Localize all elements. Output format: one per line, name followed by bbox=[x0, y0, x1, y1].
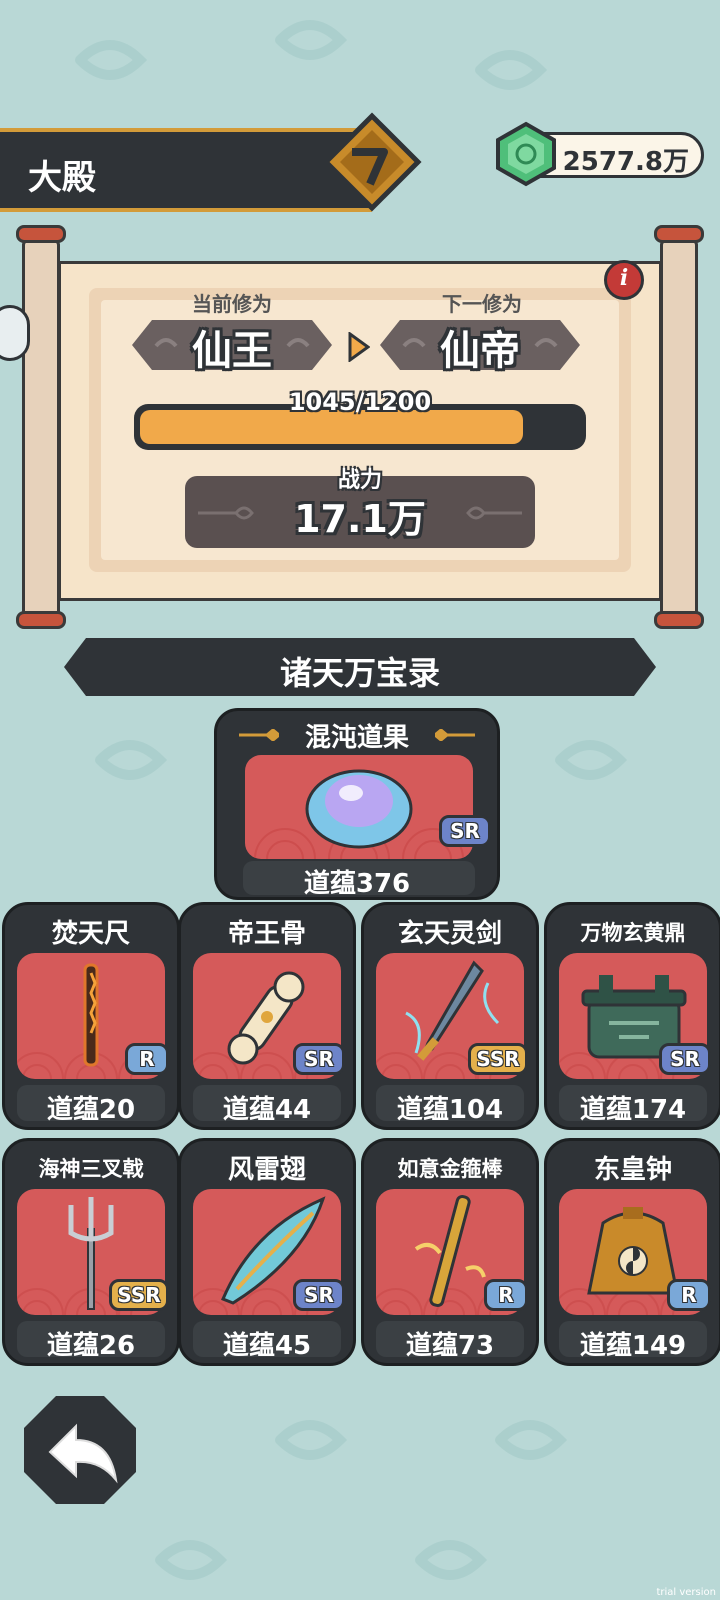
featured-treasure-value: 道蕴376 bbox=[303, 869, 411, 899]
treasure-value: 道蕴149 bbox=[579, 1331, 687, 1361]
treasure-name: 帝王骨 bbox=[227, 919, 306, 949]
treasure-value: 道蕴104 bbox=[396, 1095, 504, 1125]
watermark: trial version bbox=[656, 1587, 716, 1598]
treasure-card[interactable]: 万物玄黄鼎 SR 道蕴174 bbox=[544, 902, 720, 1130]
next-rank-label: 下一修为 bbox=[442, 292, 522, 316]
side-tab-button[interactable] bbox=[0, 305, 30, 361]
section-title: 诸天万宝录 bbox=[279, 654, 440, 692]
rarity-badge: R bbox=[484, 1279, 528, 1311]
current-rank-label: 当前修为 bbox=[192, 292, 272, 316]
next-rank: 仙帝 bbox=[440, 328, 520, 374]
treasure-name: 风雷翅 bbox=[227, 1155, 306, 1185]
treasure-name: 万物玄黄鼎 bbox=[580, 921, 686, 945]
treasure-card[interactable]: 风雷翅 SR 道蕴45 bbox=[178, 1138, 356, 1366]
rarity-badge: SR bbox=[293, 1043, 345, 1075]
treasure-card[interactable]: 帝王骨 SR 道蕴44 bbox=[178, 902, 356, 1130]
treasure-card[interactable]: 海神三叉戟 SSR 道蕴26 bbox=[2, 1138, 180, 1366]
treasure-name: 海神三叉戟 bbox=[38, 1157, 144, 1181]
rarity-badge: SSR bbox=[109, 1279, 169, 1311]
rarity-badge: SR bbox=[439, 815, 491, 847]
chaos-fruit-icon bbox=[254, 769, 464, 859]
treasure-name: 焚天尺 bbox=[51, 919, 130, 949]
treasure-value: 道蕴73 bbox=[405, 1331, 495, 1361]
info-icon[interactable]: i bbox=[604, 260, 644, 300]
power-value: 17.1万 bbox=[294, 497, 426, 541]
currency-amount: 2577.8万 bbox=[562, 147, 689, 177]
rarity-badge: R bbox=[667, 1279, 711, 1311]
treasure-value: 道蕴26 bbox=[46, 1331, 136, 1361]
hall-emblem-icon bbox=[322, 112, 422, 212]
treasure-card[interactable]: 东皇钟 R 道蕴149 bbox=[544, 1138, 720, 1366]
treasure-name: 玄天灵剑 bbox=[397, 919, 502, 949]
scroll-roller-right bbox=[654, 225, 704, 630]
current-rank: 仙王 bbox=[192, 328, 272, 374]
treasure-value: 道蕴174 bbox=[579, 1095, 687, 1125]
progress-text: 1045/1200 bbox=[288, 388, 432, 416]
section-banner: 诸天万宝录 bbox=[64, 638, 656, 696]
treasure-card[interactable]: 焚天尺 R 道蕴20 bbox=[2, 902, 180, 1130]
treasure-name: 如意金箍棒 bbox=[397, 1157, 503, 1181]
treasure-name: 东皇钟 bbox=[593, 1155, 672, 1185]
rarity-badge: SR bbox=[659, 1043, 711, 1075]
title-bar: 大殿 bbox=[0, 128, 372, 212]
featured-treasure-art bbox=[245, 755, 473, 859]
treasure-value: 道蕴44 bbox=[222, 1095, 312, 1125]
featured-treasure-card[interactable]: 混沌道果 SR 道蕴376 bbox=[214, 708, 500, 900]
treasure-value: 道蕴20 bbox=[46, 1095, 136, 1125]
rarity-badge: R bbox=[125, 1043, 169, 1075]
arrow-right-icon bbox=[348, 332, 370, 362]
rarity-badge: SR bbox=[293, 1279, 345, 1311]
rarity-badge: SSR bbox=[468, 1043, 528, 1075]
back-button[interactable] bbox=[20, 1392, 140, 1508]
treasure-value: 道蕴45 bbox=[222, 1331, 312, 1361]
treasure-card[interactable]: 如意金箍棒 R 道蕴73 bbox=[361, 1138, 539, 1366]
featured-treasure-name: 混沌道果 bbox=[304, 723, 409, 753]
page-title: 大殿 bbox=[28, 158, 96, 198]
treasure-card[interactable]: 玄天灵剑 SSR 道蕴104 bbox=[361, 902, 539, 1130]
jade-gem-icon bbox=[496, 121, 556, 187]
